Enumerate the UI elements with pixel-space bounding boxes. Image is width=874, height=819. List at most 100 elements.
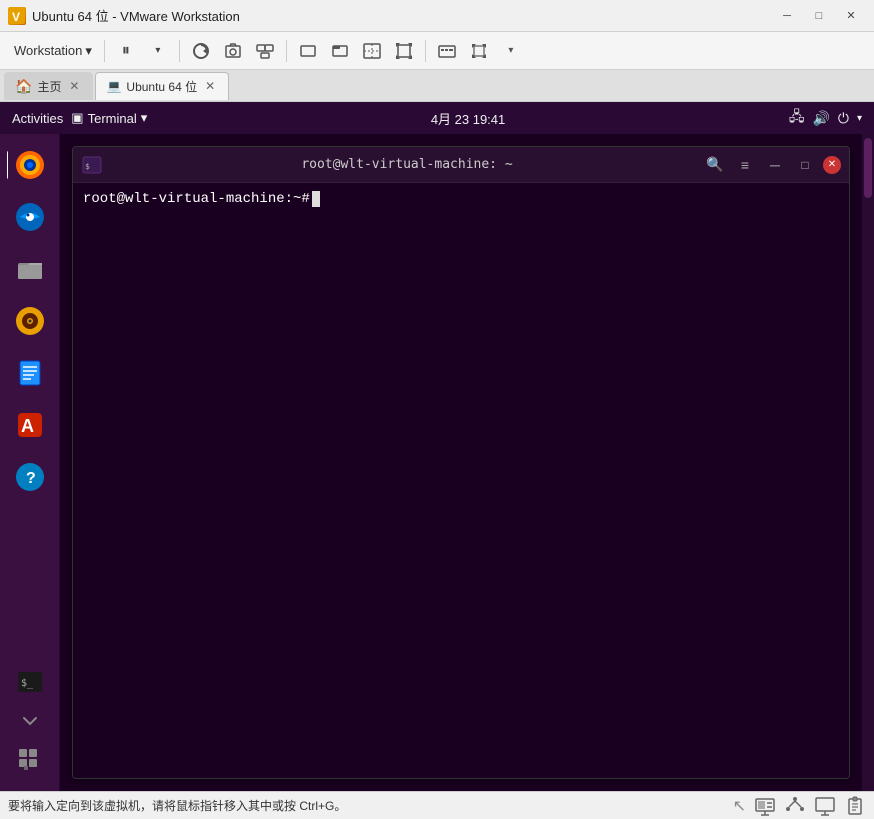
- svg-text:$_: $_: [21, 678, 34, 689]
- tabs-bar: 🏠 主页 ✕ 💻 Ubuntu 64 位 ✕: [0, 70, 874, 102]
- status-bar: 要将输入定向到该虚拟机，请将鼠标指针移入其中或按 Ctrl+G。 ↖: [0, 791, 874, 819]
- svg-text:$: $: [85, 162, 90, 171]
- power-arrow-icon[interactable]: ▾: [857, 113, 862, 124]
- sidebar-item-writer[interactable]: [7, 350, 53, 396]
- ctrl-alt-del-icon: [437, 41, 457, 61]
- vm-right-scrollbar[interactable]: [862, 134, 874, 791]
- minimize-button[interactable]: ─: [772, 6, 802, 26]
- ubuntu-tab-close[interactable]: ✕: [202, 78, 218, 94]
- status-network-icon[interactable]: [784, 795, 806, 817]
- svg-text:V: V: [12, 10, 20, 24]
- view-normal-icon: [298, 41, 318, 61]
- svg-text:A: A: [21, 416, 34, 436]
- terminal-close-button[interactable]: ✕: [823, 156, 841, 174]
- terminal-minimize-button[interactable]: ─: [763, 153, 787, 177]
- sidebar-item-thunderbird[interactable]: [7, 194, 53, 240]
- snapshot-take-button[interactable]: [218, 37, 248, 65]
- toolbar-separator-4: [425, 40, 426, 62]
- terminal-window[interactable]: $ root@wlt-virtual-machine: ~ 🔍 ≡: [72, 146, 850, 779]
- terminal-menu-icon: ▣: [71, 110, 83, 126]
- title-bar: V Ubuntu 64 位 - VMware Workstation ─ □ ✕: [0, 0, 874, 32]
- ctrl-alt-del-button[interactable]: [432, 37, 462, 65]
- toolbar-separator-2: [179, 40, 180, 62]
- vmware-icon: V: [8, 7, 26, 25]
- terminal-prompt-text: root@wlt-virtual-machine:~#: [83, 191, 310, 207]
- snapshot-restore-button[interactable]: [186, 37, 216, 65]
- terminal-body[interactable]: root@wlt-virtual-machine:~#: [73, 183, 849, 778]
- sidebar-item-firefox[interactable]: [7, 142, 53, 188]
- ubuntu-topbar-left: Activities ▣ Terminal ▾: [12, 110, 147, 126]
- tab-ubuntu[interactable]: 💻 Ubuntu 64 位 ✕: [95, 72, 229, 100]
- cursor-indicator-icon: ↖: [733, 796, 746, 816]
- terminal-menu-hamburger-button[interactable]: ≡: [733, 153, 757, 177]
- tab-home[interactable]: 🏠 主页 ✕: [4, 72, 93, 100]
- sidebar-item-appstore[interactable]: A: [7, 402, 53, 448]
- network-icon[interactable]: 🖧: [789, 106, 805, 130]
- fullscreen-arrow-icon: ▾: [508, 45, 513, 56]
- appstore-icon: A: [14, 409, 46, 441]
- vm-main-area: A ? $_: [0, 134, 874, 791]
- close-button[interactable]: ✕: [836, 6, 866, 26]
- power-icon[interactable]: ⏻: [838, 110, 849, 127]
- terminal-sidebar-icon: $_: [14, 666, 46, 698]
- terminal-titlebar-left: $: [81, 154, 111, 176]
- scroll-track: [862, 134, 874, 791]
- pause-dropdown-button[interactable]: ▾: [143, 37, 173, 65]
- ubuntu-topbar-datetime: 4月 23 19:41: [431, 109, 505, 128]
- status-vm-icon[interactable]: [754, 795, 776, 817]
- terminal-search-button[interactable]: 🔍: [703, 153, 727, 177]
- home-tab-close[interactable]: ✕: [66, 78, 82, 94]
- snapshot-restore-icon: [191, 41, 211, 61]
- sidebar-item-rhythmbox[interactable]: [7, 298, 53, 344]
- terminal-search-icon: 🔍: [706, 156, 723, 173]
- workstation-dropdown-icon: ▾: [85, 43, 92, 59]
- window-controls: ─ □ ✕: [772, 6, 866, 26]
- thunderbird-icon: [14, 201, 46, 233]
- writer-icon: [14, 357, 46, 389]
- view-tab-button[interactable]: [325, 37, 355, 65]
- toolbar: Workstation ▾ ⏸ ▾: [0, 32, 874, 70]
- sidebar-item-files[interactable]: [7, 246, 53, 292]
- toolbar-separator-1: [104, 40, 105, 62]
- terminal-menu-button[interactable]: ▣ Terminal ▾: [71, 110, 147, 126]
- home-tab-label: 主页: [37, 78, 61, 95]
- status-screen-icon[interactable]: [814, 795, 836, 817]
- terminal-menu-label: Terminal: [88, 111, 137, 126]
- title-bar-left: V Ubuntu 64 位 - VMware Workstation: [8, 6, 240, 25]
- status-clipboard-icon[interactable]: [844, 795, 866, 817]
- volume-icon[interactable]: 🔊: [812, 110, 829, 127]
- sidebar-item-show-apps[interactable]: [7, 737, 53, 783]
- fullscreen-dropdown-button[interactable]: ▾: [496, 37, 526, 65]
- view-stretch-icon: [362, 41, 382, 61]
- scroll-thumb[interactable]: [864, 138, 872, 198]
- ubuntu-topbar-right: 🖧 🔊 ⏻ ▾: [789, 106, 862, 130]
- fullscreen-button[interactable]: [464, 37, 494, 65]
- restore-button[interactable]: □: [804, 6, 834, 26]
- view-autofit-button[interactable]: [389, 37, 419, 65]
- terminal-menu-arrow: ▾: [141, 110, 148, 126]
- ubuntu-topbar: Activities ▣ Terminal ▾ 4月 23 19:41 🖧 🔊 …: [0, 102, 874, 134]
- terminal-maximize-button[interactable]: □: [793, 153, 817, 177]
- sidebar-item-help[interactable]: ?: [7, 454, 53, 500]
- help-icon: ?: [14, 461, 46, 493]
- terminal-titlebar: $ root@wlt-virtual-machine: ~ 🔍 ≡: [73, 147, 849, 183]
- ubuntu-tab-label: Ubuntu 64 位: [126, 78, 197, 95]
- snapshot-manager-icon: [255, 41, 275, 61]
- view-stretch-button[interactable]: [357, 37, 387, 65]
- activities-button[interactable]: Activities: [12, 111, 63, 126]
- svg-text:?: ?: [26, 470, 36, 487]
- workstation-label: Workstation: [14, 43, 82, 58]
- view-normal-button[interactable]: [293, 37, 323, 65]
- sidebar-item-terminal[interactable]: $_: [7, 659, 53, 705]
- terminal-area: $ root@wlt-virtual-machine: ~ 🔍 ≡: [60, 134, 862, 791]
- ubuntu-sidebar: A ? $_: [0, 134, 60, 791]
- window-title: Ubuntu 64 位 - VMware Workstation: [32, 6, 240, 25]
- rhythmbox-icon: [14, 305, 46, 337]
- view-autofit-icon: [394, 41, 414, 61]
- pause-button[interactable]: ⏸: [111, 37, 141, 65]
- sidebar-item-down-arrow[interactable]: [7, 711, 53, 731]
- terminal-cursor: [312, 191, 320, 207]
- terminal-hamburger-icon: ≡: [741, 157, 749, 173]
- snapshot-manager-button[interactable]: [250, 37, 280, 65]
- workstation-menu-button[interactable]: Workstation ▾: [8, 40, 98, 62]
